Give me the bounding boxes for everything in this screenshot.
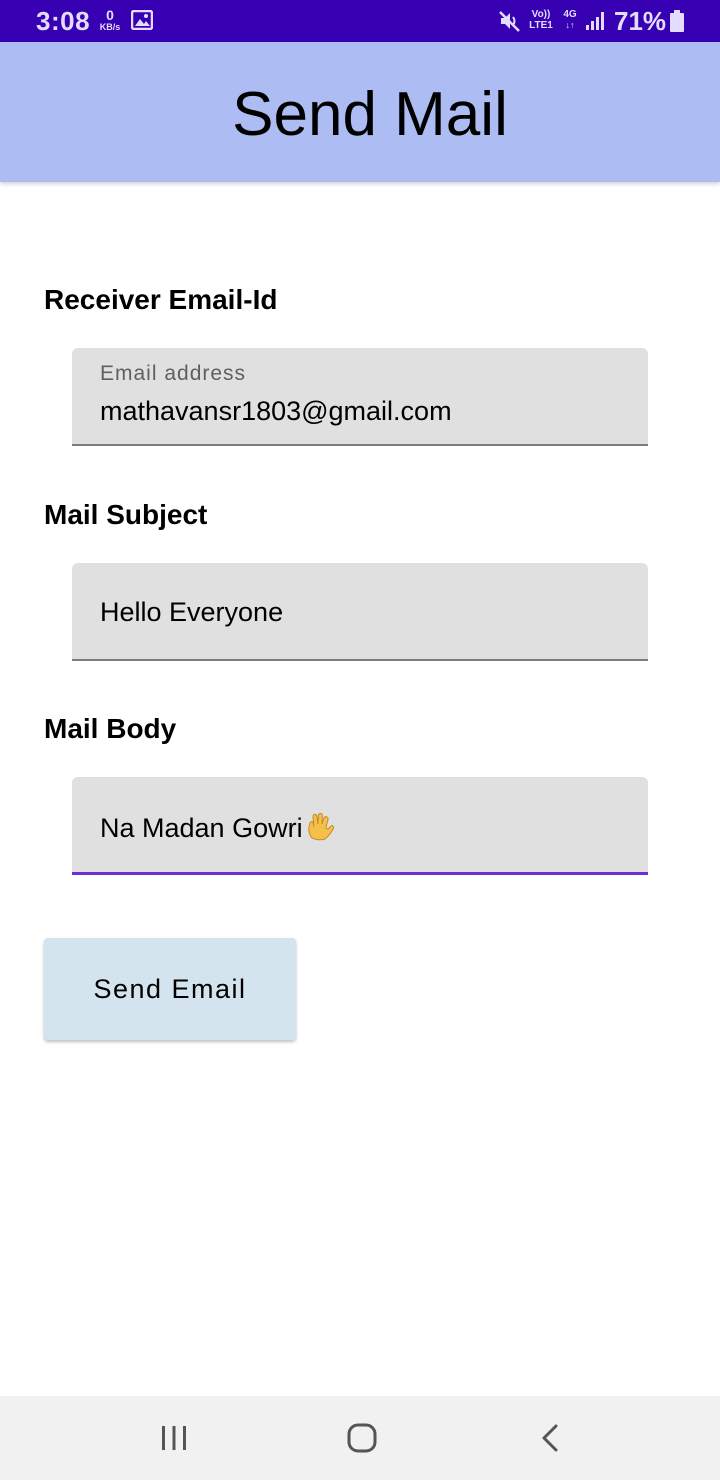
gallery-icon — [131, 10, 153, 30]
mail-body-value: Na Madan Gowri — [100, 813, 303, 843]
data-speed-unit: KB/s — [99, 22, 121, 32]
mail-subject-value: Hello Everyone — [100, 597, 284, 627]
navigation-bar — [0, 1396, 720, 1480]
home-icon[interactable] — [346, 1422, 378, 1454]
network-activity-arrows: ↓↑ — [565, 20, 575, 30]
back-icon[interactable] — [538, 1422, 562, 1454]
network-type-indicator: 4G ↓↑ — [560, 9, 580, 31]
page-title: Send Mail — [232, 80, 508, 149]
send-email-button[interactable]: Send Email — [44, 938, 296, 1040]
signal-icon — [586, 12, 604, 30]
status-time: 3:08 — [36, 6, 91, 36]
mail-body-field[interactable]: Na Madan Gowri — [72, 777, 648, 875]
app-bar: Send Mail — [0, 42, 720, 182]
email-address-hint: Email address — [100, 362, 247, 385]
receiver-email-value: mathavansr1803@gmail.com — [100, 396, 452, 426]
send-mail-screen: 3:08 0 KB/s Vo)) LTE1 4G ↓↑ 71% Send Mai… — [0, 0, 720, 1480]
status-bar: 3:08 0 KB/s Vo)) LTE1 4G ↓↑ 71% — [0, 0, 720, 42]
battery-percent: 71% — [614, 6, 667, 36]
mail-subject-field[interactable]: Hello Everyone — [72, 563, 648, 661]
volte-label: Vo)) — [531, 9, 551, 20]
mail-subject-label: Mail Subject — [44, 499, 208, 530]
network-type-label: 4G — [563, 9, 577, 20]
data-speed-value: 0 — [106, 7, 114, 23]
receiver-email-label: Receiver Email-Id — [44, 284, 278, 315]
mute-icon — [499, 11, 520, 32]
mail-body-value-wrapper: Na Madan Gowri — [100, 811, 335, 844]
lte-label: LTE1 — [529, 20, 553, 31]
receiver-email-field[interactable]: Email address mathavansr1803@gmail.com — [72, 348, 648, 446]
data-speed-indicator: 0 KB/s — [96, 8, 124, 32]
vulcan-salute-emoji-icon — [307, 812, 334, 841]
mail-body-label: Mail Body — [44, 713, 177, 744]
recents-icon[interactable] — [158, 1424, 190, 1452]
volte-indicator: Vo)) LTE1 — [526, 9, 556, 31]
battery-icon — [670, 10, 684, 32]
